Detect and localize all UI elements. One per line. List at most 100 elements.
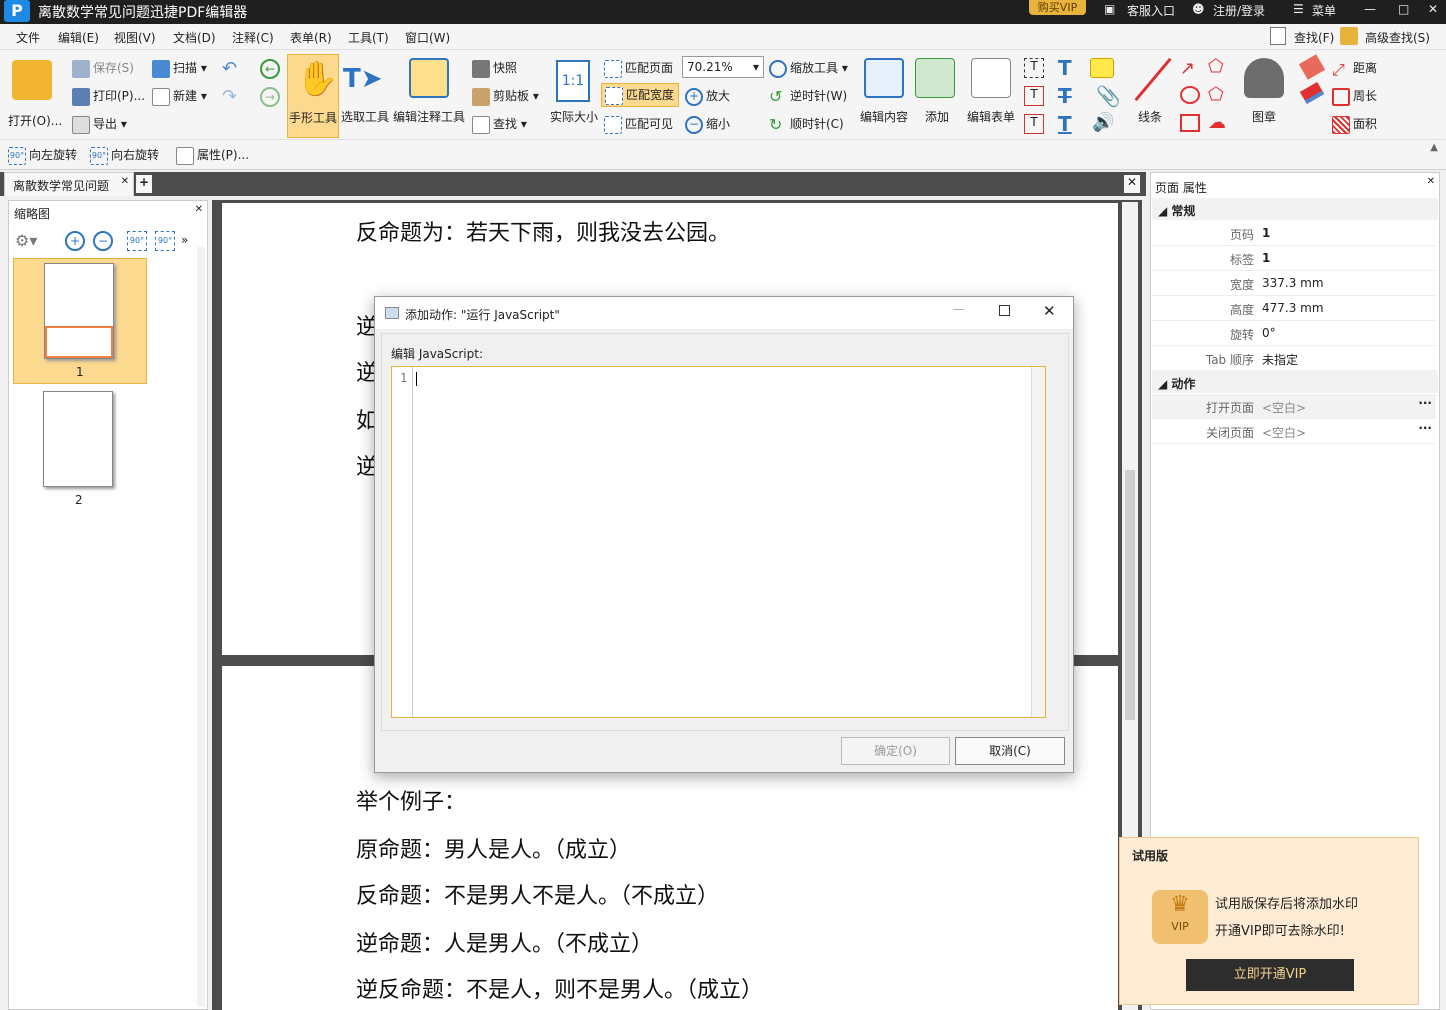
find-button[interactable]: 查找(F): [1294, 29, 1334, 46]
panel-close-icon[interactable]: ✕: [195, 204, 203, 215]
rotate-cw-button[interactable]: ↻ 顺时针(C): [769, 115, 844, 134]
forward-icon[interactable]: →: [260, 87, 280, 107]
rotate-left-button[interactable]: 90° 向左旋转: [8, 146, 77, 165]
thumbnail-page-1[interactable]: 1: [13, 258, 147, 384]
menu-tools[interactable]: 工具(T): [348, 29, 389, 46]
actual-size-button[interactable]: 1:1 实际大小: [550, 56, 600, 136]
underline-icon[interactable]: T: [1058, 112, 1072, 136]
menu-file[interactable]: 文件: [16, 29, 40, 46]
clipboard-button[interactable]: 剪贴板 ▾: [472, 87, 539, 106]
rectangle-icon[interactable]: [1180, 114, 1200, 132]
thumbnail-scrollbar[interactable]: [197, 247, 205, 1007]
textbox-icon[interactable]: T: [1024, 86, 1044, 106]
minimize-icon[interactable]: —: [1364, 2, 1376, 16]
prop-value[interactable]: 1: [1262, 226, 1270, 240]
rotate-ccw-button[interactable]: ↺ 逆时针(W): [769, 87, 847, 106]
panel-close-icon[interactable]: ✕: [1427, 176, 1435, 187]
close-document-icon[interactable]: ✕: [1124, 175, 1140, 193]
menu-form[interactable]: 表单(R): [290, 29, 332, 46]
export-button[interactable]: 导出 ▾: [72, 115, 127, 134]
zoom-tool-button[interactable]: 缩放工具 ▾: [769, 59, 848, 78]
add-button[interactable]: 添加: [915, 56, 959, 136]
document-tab[interactable]: 离散数学常见问题 ✕: [4, 172, 134, 196]
zoom-out-thumb-icon[interactable]: −: [93, 231, 113, 251]
chat-icon[interactable]: ▣: [1104, 2, 1115, 16]
zoom-select[interactable]: 70.21% ▾: [682, 56, 764, 78]
line-button[interactable]: 线条: [1126, 56, 1176, 136]
eraser-icon[interactable]: [1299, 81, 1325, 105]
more-options-icon[interactable]: ···: [1418, 421, 1432, 435]
note-icon[interactable]: [1090, 58, 1114, 78]
properties-button[interactable]: 属性(P)...: [176, 146, 249, 165]
fit-page-button[interactable]: 匹配页面: [604, 59, 673, 78]
new-tab-icon[interactable]: +: [136, 175, 152, 193]
zoom-in-thumb-icon[interactable]: +: [65, 231, 85, 251]
strikeout-icon[interactable]: T: [1058, 84, 1072, 108]
distance-button[interactable]: ⤢ 距离: [1332, 59, 1377, 79]
prop-value[interactable]: 477.3 mm: [1262, 301, 1324, 315]
fit-visible-button[interactable]: 匹配可见: [604, 115, 673, 134]
text-field-icon[interactable]: T: [1024, 58, 1044, 78]
redo-icon[interactable]: ↷: [222, 86, 237, 107]
collapse-ribbon-icon[interactable]: ▲: [1430, 142, 1438, 153]
more-options-icon[interactable]: ···: [1418, 396, 1432, 410]
sound-icon[interactable]: 🔊: [1092, 112, 1114, 133]
prop-value[interactable]: 1: [1262, 251, 1270, 265]
snapshot-button[interactable]: 快照: [472, 59, 517, 78]
paperclip-icon[interactable]: 📎: [1096, 84, 1121, 108]
polygon-icon[interactable]: ⬠: [1208, 84, 1224, 105]
scrollbar-thumb[interactable]: [1125, 470, 1135, 720]
menu-button[interactable]: 菜单: [1312, 2, 1336, 19]
more-options-icon[interactable]: »: [181, 233, 188, 247]
menu-view[interactable]: 视图(V): [114, 29, 156, 46]
editor-scrollbar[interactable]: [1031, 367, 1045, 717]
maximize-icon[interactable]: □: [1398, 2, 1409, 16]
callout-icon[interactable]: T: [1024, 114, 1044, 134]
scan-button[interactable]: 扫描 ▾: [152, 59, 207, 78]
prop-value[interactable]: 未指定: [1262, 351, 1298, 368]
cloud-icon[interactable]: ☁: [1208, 112, 1226, 133]
prop-value[interactable]: 337.3 mm: [1262, 276, 1324, 290]
perimeter-button[interactable]: 周长: [1332, 87, 1377, 106]
cancel-button[interactable]: 取消(C): [955, 737, 1065, 765]
select-tool-button[interactable]: T➤ 选取工具: [341, 56, 391, 136]
save-button[interactable]: 保存(S): [72, 59, 134, 78]
rotate-right-thumb-icon[interactable]: 90°: [155, 231, 175, 251]
edit-annotation-button[interactable]: 编辑注释工具: [393, 56, 467, 136]
prop-value[interactable]: 0°: [1262, 326, 1276, 340]
polyline-icon[interactable]: ⬠: [1208, 56, 1224, 77]
pencil-icon[interactable]: [1298, 54, 1326, 80]
prop-value[interactable]: <空白>: [1262, 399, 1306, 416]
new-button[interactable]: 新建 ▾: [152, 87, 207, 106]
login-button[interactable]: 注册/登录: [1213, 2, 1265, 19]
area-button[interactable]: 面积: [1332, 115, 1377, 134]
undo-icon[interactable]: ↶: [222, 58, 237, 79]
open-vip-button[interactable]: 立即开通VIP: [1186, 959, 1354, 991]
tab-close-icon[interactable]: ✕: [121, 176, 129, 187]
ellipse-icon[interactable]: [1180, 86, 1200, 104]
buy-vip-button[interactable]: 购买VIP: [1029, 0, 1086, 15]
arrow-icon[interactable]: ↗: [1180, 58, 1195, 79]
menu-document[interactable]: 文档(D): [173, 29, 216, 46]
user-icon[interactable]: ☻: [1192, 2, 1205, 16]
javascript-editor[interactable]: 1: [391, 366, 1046, 718]
section-action[interactable]: ◢ 动作: [1152, 371, 1438, 393]
minimize-icon[interactable]: —: [953, 302, 965, 316]
menu-comment[interactable]: 注释(C): [232, 29, 274, 46]
menu-edit[interactable]: 编辑(E): [58, 29, 99, 46]
edit-content-button[interactable]: 编辑内容: [860, 56, 912, 136]
maximize-icon[interactable]: [999, 305, 1010, 316]
open-button[interactable]: 打开(O)...: [6, 56, 62, 136]
thumbnail-page-2[interactable]: 2: [13, 387, 147, 513]
hand-tool-button[interactable]: ✋ 手形工具: [287, 54, 339, 138]
close-icon[interactable]: ✕: [1428, 2, 1438, 16]
prop-value[interactable]: <空白>: [1262, 424, 1306, 441]
zoom-in-button[interactable]: + 放大: [685, 87, 730, 106]
print-button[interactable]: 打印(P)...: [72, 87, 145, 106]
menu-window[interactable]: 窗口(W): [405, 29, 450, 46]
close-icon[interactable]: ✕: [1043, 302, 1056, 320]
zoom-out-button[interactable]: − 缩小: [685, 115, 730, 134]
stamp-button[interactable]: 图章: [1240, 56, 1292, 136]
gear-icon[interactable]: ⚙▾: [15, 231, 37, 250]
fit-width-button[interactable]: 匹配宽度: [601, 83, 679, 107]
